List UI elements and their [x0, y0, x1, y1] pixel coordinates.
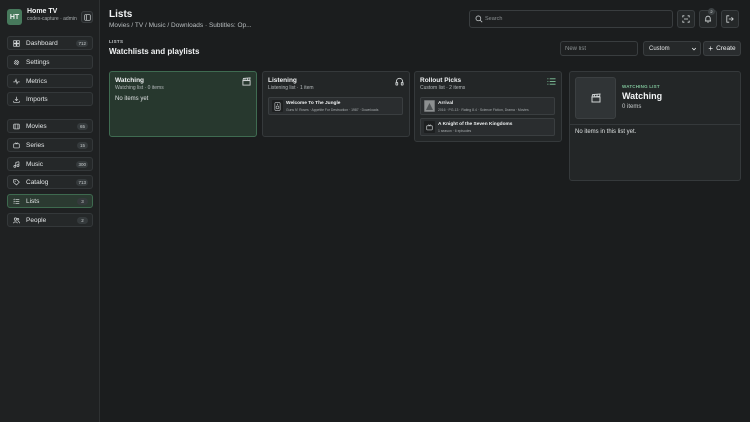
- page-title: Lists: [109, 9, 133, 20]
- sidebar-item-label: Settings: [26, 58, 50, 66]
- sidebar-item-dashboard[interactable]: Dashboard 712: [7, 36, 93, 50]
- list-icon: [547, 78, 556, 85]
- sidebar-item-settings[interactable]: Settings: [7, 55, 93, 69]
- sidebar-item-label: Imports: [26, 95, 48, 103]
- section-title: Watchlists and playlists: [109, 47, 200, 56]
- bell-icon: [704, 15, 712, 23]
- list-item-title: Arrival: [438, 101, 454, 106]
- list-item-subtitle: 2016 · PG-13 · Rating 8.4 · Science Fict…: [438, 108, 529, 112]
- sidebar: HT Home TV codex-capture · admin Dashboa…: [0, 0, 100, 422]
- sidebar-item-label: Music: [26, 160, 43, 168]
- pulse-icon: [12, 77, 20, 85]
- notifications-button[interactable]: 2: [699, 8, 717, 28]
- headphones-icon: [395, 77, 404, 86]
- chevron-down-icon: [691, 47, 697, 51]
- scan-button[interactable]: [677, 10, 695, 28]
- logout-button[interactable]: [721, 10, 739, 28]
- sidebar-item-label: Lists: [26, 197, 40, 205]
- list-detail-panel: WATCHING LIST Watching 0 items No items …: [569, 71, 741, 181]
- list-item-title: A Knight of the Seven Kingdoms: [438, 122, 513, 127]
- list-card-title: Rollout Picks: [420, 77, 462, 84]
- list-type-select[interactable]: Custom: [643, 41, 701, 56]
- sidebar-item-catalog[interactable]: Catalog 713: [7, 175, 93, 189]
- sidebar-toggle-button[interactable]: [81, 11, 93, 23]
- list-item-subtitle: 1 season · 6 episodes: [438, 129, 472, 133]
- panel-icon: [83, 13, 91, 21]
- sidebar-item-count: 15: [77, 142, 88, 149]
- sidebar-item-metrics[interactable]: Metrics: [7, 74, 93, 88]
- list-card-meta: Custom list · 2 items: [420, 85, 466, 91]
- clapperboard-icon: [590, 93, 601, 103]
- sidebar-item-label: Metrics: [26, 77, 47, 85]
- create-list-button[interactable]: + Create: [703, 41, 741, 56]
- clapperboard-icon: [242, 77, 251, 86]
- sidebar-item-count: 300: [76, 161, 88, 168]
- brand-subtitle: codex-capture · admin: [27, 16, 77, 22]
- sidebar-item-label: Movies: [26, 122, 47, 130]
- create-list-label: Create: [716, 45, 736, 52]
- list-icon: [12, 197, 20, 205]
- poster-icon: [424, 100, 435, 112]
- plus-icon: +: [708, 43, 714, 53]
- list-card-empty: No items yet: [115, 96, 149, 102]
- logout-icon: [726, 15, 734, 23]
- search-icon: [475, 15, 483, 23]
- sidebar-item-label: Dashboard: [26, 39, 58, 47]
- list-item[interactable]: A Knight of the Seven Kingdoms 1 season …: [420, 118, 555, 136]
- sidebar-item-count: 65: [77, 123, 88, 130]
- list-artwork: [575, 77, 616, 119]
- list-item-subtitle: Guns N' Roses · Appetite For Destruction…: [286, 108, 379, 112]
- tv-icon: [12, 141, 20, 149]
- list-card-rollout-picks[interactable]: Rollout Picks Custom list · 2 items Arri…: [414, 71, 562, 142]
- sidebar-item-count: 3: [77, 198, 88, 205]
- tv-icon: [424, 121, 435, 133]
- tag-icon: [12, 178, 20, 186]
- sidebar-item-music[interactable]: Music 300: [7, 157, 93, 171]
- list-card-meta: Watching list · 0 items: [115, 85, 164, 91]
- notification-badge: 2: [708, 8, 715, 15]
- list-item-title: Welcome To The Jungle: [286, 101, 341, 106]
- speaker-icon: [272, 100, 283, 112]
- list-card-watching[interactable]: Watching Watching list · 0 items No item…: [109, 71, 257, 137]
- download-icon: [12, 95, 20, 103]
- film-icon: [12, 122, 20, 130]
- list-card-title: Listening: [268, 77, 297, 84]
- sidebar-item-label: Catalog: [26, 178, 49, 186]
- sidebar-item-movies[interactable]: Movies 65: [7, 119, 93, 133]
- sidebar-item-imports[interactable]: Imports: [7, 92, 93, 106]
- dashboard-icon: [12, 39, 20, 47]
- gear-icon: [12, 58, 20, 66]
- list-item[interactable]: Arrival 2016 · PG-13 · Rating 8.4 · Scie…: [420, 97, 555, 115]
- list-card-meta: Listening list · 1 item: [268, 85, 314, 91]
- detail-kicker: WATCHING LIST: [622, 84, 660, 89]
- list-type-value: Custom: [649, 45, 670, 52]
- people-icon: [12, 216, 20, 224]
- brand-name: Home TV: [27, 8, 58, 15]
- sidebar-item-count: 712: [76, 40, 88, 47]
- section-label: LISTS: [109, 39, 124, 44]
- detail-empty: No items in this list yet.: [575, 129, 637, 135]
- sidebar-item-series[interactable]: Series 15: [7, 138, 93, 152]
- sidebar-item-label: Series: [26, 141, 45, 149]
- brand: HT Home TV codex-capture · admin: [7, 8, 93, 28]
- list-item[interactable]: Welcome To The Jungle Guns N' Roses · Ap…: [268, 97, 403, 115]
- sidebar-item-lists[interactable]: Lists 3: [7, 194, 93, 208]
- detail-title: Watching: [622, 91, 663, 101]
- sidebar-item-label: People: [26, 216, 47, 224]
- avatar[interactable]: HT: [7, 9, 22, 25]
- breadcrumb: Movies / TV / Music / Downloads · Subtit…: [109, 22, 252, 29]
- sidebar-item-count: 713: [76, 179, 88, 186]
- sidebar-item-people[interactable]: People 2: [7, 213, 93, 227]
- detail-count: 0 items: [622, 104, 642, 110]
- main-content: Lists Movies / TV / Music / Downloads · …: [100, 0, 750, 422]
- new-list-input[interactable]: [560, 41, 638, 56]
- list-card-title: Watching: [115, 77, 145, 84]
- divider: [570, 124, 740, 125]
- music-icon: [12, 160, 20, 168]
- list-card-listening[interactable]: Listening Listening list · 1 item Welcom…: [262, 71, 410, 137]
- sidebar-item-count: 2: [77, 217, 88, 224]
- scan-icon: [682, 15, 690, 23]
- search-box[interactable]: [469, 10, 673, 28]
- search-input[interactable]: [485, 13, 665, 25]
